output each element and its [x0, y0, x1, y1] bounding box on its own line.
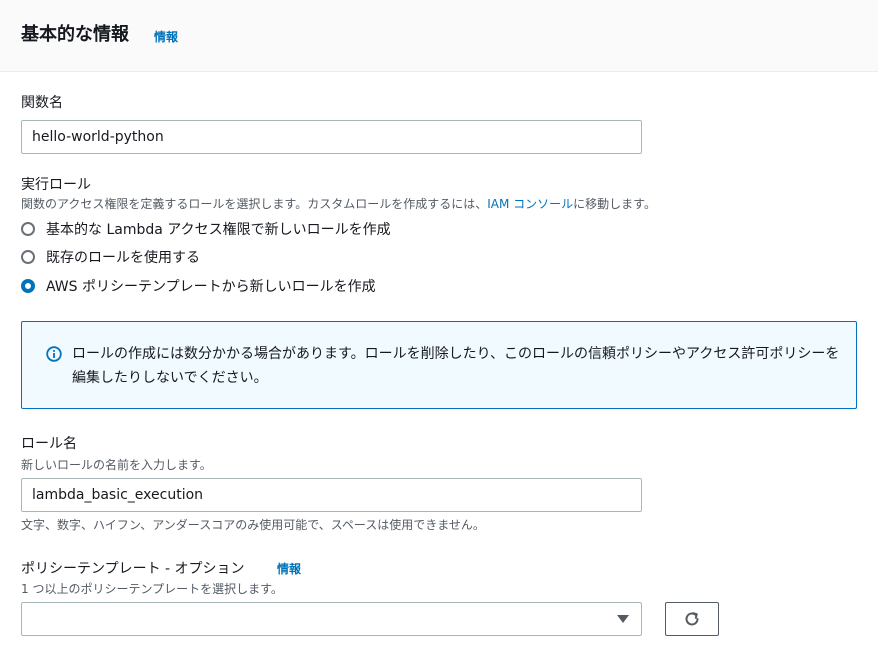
section-header: 基本的な情報 情報: [0, 0, 878, 72]
info-alert: ロールの作成には数分かかる場合があります。ロールを削除したり、このロールの信頼ポ…: [21, 321, 857, 409]
refresh-button[interactable]: [665, 602, 719, 636]
radio-label-basic-lambda: 基本的な Lambda アクセス権限で新しいロールを作成: [46, 222, 391, 238]
iam-console-link[interactable]: IAM コンソール: [487, 197, 573, 211]
execution-role-description-prefix: 関数のアクセス権限を定義するロールを選択します。カスタムロールを作成するには、: [21, 197, 488, 211]
execution-role-description: 関数のアクセス権限を定義するロールを選択します。カスタムロールを作成するには、I…: [21, 195, 656, 212]
function-name-label: 関数名: [21, 95, 63, 111]
policy-templates-label: ポリシーテンプレート - オプション: [21, 561, 245, 577]
radio-option-basic-lambda[interactable]: 基本的な Lambda アクセス権限で新しいロールを作成: [21, 219, 391, 239]
execution-role-label: 実行ロール: [21, 177, 91, 193]
policy-templates-info-link[interactable]: 情報: [277, 560, 301, 577]
role-name-constraint: 文字、数字、ハイフン、アンダースコアのみ使用可能で、スペースは使用できません。: [21, 518, 485, 532]
function-name-input[interactable]: hello-world-python: [21, 120, 642, 154]
radio-button-policy-template[interactable]: [21, 279, 35, 293]
role-name-description: 新しいロールの名前を入力します。: [21, 458, 212, 472]
alert-message: ロールの作成には数分かかる場合があります。ロールを削除したり、このロールの信頼ポ…: [72, 346, 840, 386]
radio-option-existing-role[interactable]: 既存のロールを使用する: [21, 247, 200, 267]
role-name-label: ロール名: [21, 436, 77, 452]
radio-option-policy-template[interactable]: AWS ポリシーテンプレートから新しいロールを作成: [21, 276, 376, 296]
role-name-input[interactable]: lambda_basic_execution: [21, 478, 642, 512]
policy-templates-select[interactable]: [21, 602, 642, 636]
info-circle-icon: [46, 346, 62, 362]
header-info-link[interactable]: 情報: [154, 28, 178, 45]
radio-button-basic-lambda[interactable]: [21, 222, 35, 236]
execution-role-description-suffix: に移動します。: [573, 197, 656, 211]
refresh-icon: [685, 612, 699, 626]
radio-label-existing-role: 既存のロールを使用する: [46, 250, 200, 266]
section-title: 基本的な情報: [21, 24, 129, 45]
radio-label-policy-template: AWS ポリシーテンプレートから新しいロールを作成: [46, 279, 376, 295]
radio-button-existing-role[interactable]: [21, 250, 35, 264]
caret-down-icon: [617, 615, 629, 623]
policy-templates-description: 1 つ以上のポリシーテンプレートを選択します。: [21, 582, 283, 596]
